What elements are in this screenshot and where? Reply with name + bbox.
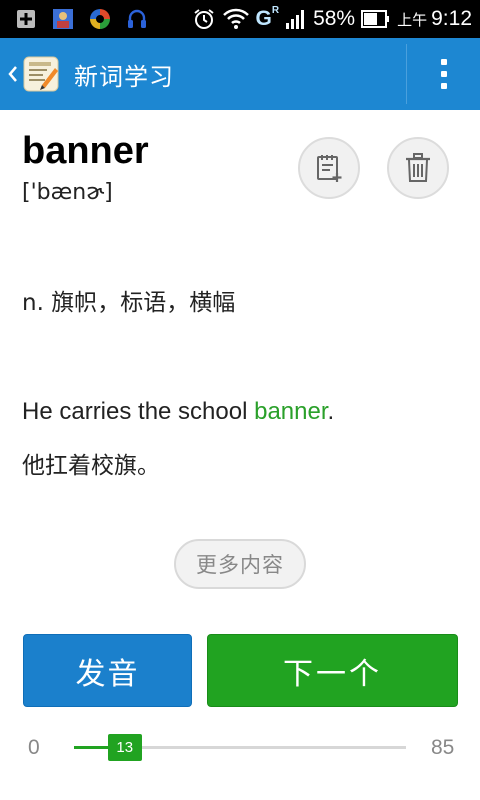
notification-icons (14, 7, 149, 31)
example-keyword: banner (254, 398, 328, 425)
trash-icon (406, 153, 430, 182)
example-translation: 他扛着校旗。 (22, 453, 160, 479)
more-content-button[interactable]: 更多内容 (174, 539, 306, 589)
add-to-wordlist-button[interactable] (298, 137, 360, 199)
battery-percent: 58% (313, 7, 356, 30)
back-chevron-icon (8, 66, 17, 82)
definition: n. 旗帜，标语，横幅 (22, 290, 236, 316)
overflow-menu-icon[interactable] (424, 38, 464, 110)
example-text: He carries the school (22, 398, 255, 425)
wifi-icon (222, 8, 249, 29)
headset-icon (128, 9, 146, 28)
next-word-button[interactable]: 下一个 (207, 634, 458, 707)
word-title: banner (22, 130, 149, 172)
phonetic: ['bænɚ] (22, 180, 113, 205)
pronounce-button[interactable]: 发音 (23, 634, 192, 707)
alarm-icon (193, 9, 214, 29)
example-punctuation: . (327, 398, 335, 425)
photo-icon (53, 9, 73, 29)
progress-min: 0 (28, 736, 40, 759)
progress-max: 85 (431, 736, 455, 759)
network-type-label: GR (255, 5, 280, 30)
action-bar: 新词学习 (0, 38, 480, 110)
up-navigation[interactable]: 新词学习 (0, 38, 174, 110)
roaming-label: R (271, 5, 280, 16)
example-sentence: He carries the school banner. (22, 398, 334, 426)
add-to-list-icon (317, 155, 342, 182)
time-ampm: 上午 (397, 10, 428, 29)
action-bar-divider (406, 44, 407, 104)
sim-add-icon (17, 10, 35, 28)
progress-thumb[interactable]: 13 (107, 734, 142, 761)
system-icons: GR 58% 上午 9:12 (192, 0, 472, 38)
battery-icon (361, 10, 390, 28)
delete-word-button[interactable] (387, 137, 449, 199)
clock: 9:12 (431, 7, 472, 30)
signal-icon (286, 10, 305, 29)
page-title: 新词学习 (74, 62, 174, 91)
wordbook-app-icon (23, 56, 59, 92)
sync-app-icon (90, 9, 110, 29)
status-bar: GR 58% 上午 9:12 (0, 0, 480, 38)
